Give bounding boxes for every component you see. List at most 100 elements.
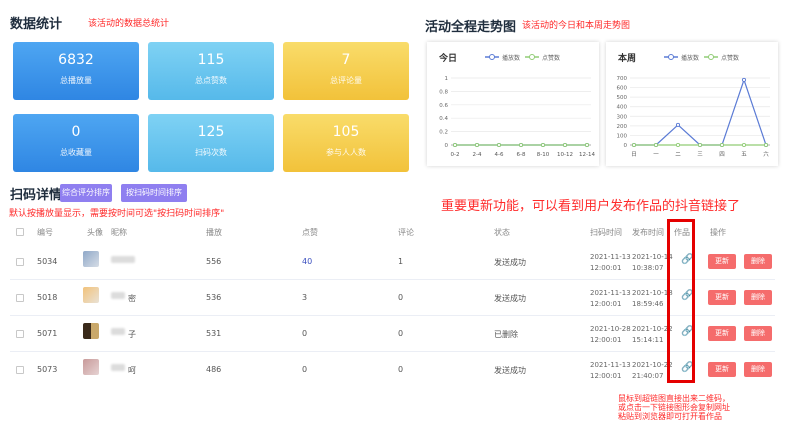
y-tick-label: 700 — [617, 76, 628, 82]
row-comments: 0 — [398, 329, 404, 338]
col-publish-time: 发布时间 — [632, 228, 664, 237]
x-tick-label: 0-2 — [451, 152, 460, 158]
x-tick-label: 一 — [653, 152, 659, 158]
x-tick-label: 2-4 — [473, 152, 482, 158]
x-tick-label: 五 — [741, 151, 747, 158]
stat-value: 0 — [71, 124, 81, 140]
col-scan-time: 扫码时间 — [590, 228, 622, 237]
stat-card-comments: 7 总评论量 — [283, 42, 409, 100]
data-point — [741, 142, 747, 148]
update-button[interactable]: 更新 — [708, 290, 736, 305]
x-tick-label: 10-12 — [557, 152, 573, 158]
row-status: 已删除 — [494, 330, 518, 339]
nickname-blurred — [111, 364, 125, 371]
row-comments: 0 — [398, 293, 404, 302]
table-row: 5071 子 531 0 0 已删除 2021-10-28 12:00:01 2… — [10, 316, 775, 352]
y-tick-label: 500 — [617, 95, 628, 101]
y-tick-label: 0.4 — [439, 116, 448, 122]
row-pub-time: 18:59:46 — [632, 300, 664, 308]
delete-button[interactable]: 删除 — [744, 254, 772, 269]
y-tick-label: 400 — [617, 105, 628, 111]
col-status: 状态 — [494, 228, 510, 237]
table-row: 5018 密 536 3 0 发送成功 2021-11-13 12:00:01 … — [10, 280, 775, 316]
data-point — [540, 142, 546, 148]
y-tick-label: 600 — [617, 86, 628, 92]
stat-value: 6832 — [58, 52, 94, 68]
legend-label: 播放数 — [681, 54, 699, 62]
row-likes: 0 — [302, 365, 308, 374]
data-point — [584, 142, 590, 148]
row-nickname: 密 — [128, 294, 136, 303]
row-scan-date: 2021-11-13 — [590, 289, 631, 297]
week-chart-panel: 本周 播放数 点赞数 0 100 200 300 400 500 600 700 日 一 二 三 四 五 六 — [606, 42, 778, 166]
row-id: 5071 — [37, 329, 58, 338]
stat-label: 总评论量 — [330, 76, 362, 85]
row-checkbox[interactable] — [16, 258, 24, 266]
nickname-blurred — [111, 292, 125, 299]
row-checkbox[interactable] — [16, 330, 24, 338]
x-tick-label: 三 — [697, 151, 703, 158]
col-comments: 评论 — [398, 228, 414, 237]
trend-title: 活动全程走势图 — [425, 20, 517, 35]
data-point — [697, 142, 703, 148]
row-scan-time: 12:00:01 — [590, 336, 622, 344]
legend-label: 点赞数 — [721, 54, 739, 62]
row-checkbox[interactable] — [16, 366, 24, 374]
x-tick-label: 8-10 — [537, 152, 550, 158]
y-tick-label: 200 — [617, 124, 628, 130]
row-comments: 1 — [398, 257, 404, 266]
legend-marker — [529, 54, 535, 60]
row-plays: 486 — [206, 365, 222, 374]
row-status: 发送成功 — [494, 366, 526, 375]
data-point — [763, 142, 769, 148]
data-point — [631, 142, 637, 148]
update-button[interactable]: 更新 — [708, 326, 736, 341]
sort-by-score-button[interactable]: 综合评分排序 — [60, 184, 112, 202]
row-checkbox[interactable] — [16, 294, 24, 302]
select-all-checkbox[interactable] — [16, 228, 24, 236]
update-button[interactable]: 更新 — [708, 254, 736, 269]
stat-card-likes: 115 总点赞数 — [148, 42, 274, 100]
scan-title: 扫码详情 — [10, 188, 63, 203]
delete-button[interactable]: 删除 — [744, 326, 772, 341]
row-id: 5073 — [37, 365, 58, 374]
row-pub-time: 15:14:11 — [632, 336, 664, 344]
data-point — [518, 142, 524, 148]
row-status: 发送成功 — [494, 258, 526, 267]
y-tick-label: 300 — [617, 114, 628, 120]
data-point — [653, 142, 659, 148]
delete-button[interactable]: 删除 — [744, 290, 772, 305]
update-button[interactable]: 更新 — [708, 362, 736, 377]
stat-value: 125 — [197, 124, 225, 140]
row-likes: 3 — [302, 293, 308, 302]
col-nickname: 昵称 — [111, 228, 127, 237]
stat-card-participants: 105 参与人人数 — [283, 114, 409, 172]
row-scan-time: 12:00:01 — [590, 264, 622, 272]
stat-value: 115 — [197, 52, 225, 68]
row-status: 发送成功 — [494, 294, 526, 303]
trend-note: 该活动的今日和本周走势图 — [522, 21, 631, 31]
x-tick-label: 四 — [719, 151, 725, 158]
table-header: 编号 头像 昵称 播放 点赞 评论 状态 扫码时间 发布时间 作品 操作 — [10, 222, 775, 242]
x-tick-label: 12-14 — [579, 152, 595, 158]
sort-note: 默认按播放量显示，需要按时间可选"按扫码时间排序" — [9, 209, 225, 219]
delete-button[interactable]: 删除 — [744, 362, 772, 377]
data-point — [719, 142, 725, 148]
legend-marker — [489, 54, 495, 60]
data-point — [741, 77, 747, 82]
stat-card-scans: 125 扫码次数 — [148, 114, 274, 172]
data-point — [675, 142, 681, 148]
col-plays: 播放 — [206, 228, 222, 237]
stat-card-plays: 6832 总播放量 — [13, 42, 139, 100]
y-tick-label: 0.8 — [439, 89, 448, 95]
stat-label: 总收藏量 — [60, 148, 92, 157]
data-point — [562, 142, 568, 148]
stat-value: 105 — [332, 124, 360, 140]
data-point — [496, 142, 502, 148]
row-scan-date: 2021-11-13 — [590, 361, 631, 369]
nickname-blurred — [111, 328, 125, 335]
sort-by-scan-time-button[interactable]: 按扫码时间排序 — [121, 184, 187, 202]
y-tick-label: 100 — [617, 133, 628, 139]
legend-marker — [708, 54, 714, 60]
col-likes: 点赞 — [302, 228, 318, 237]
